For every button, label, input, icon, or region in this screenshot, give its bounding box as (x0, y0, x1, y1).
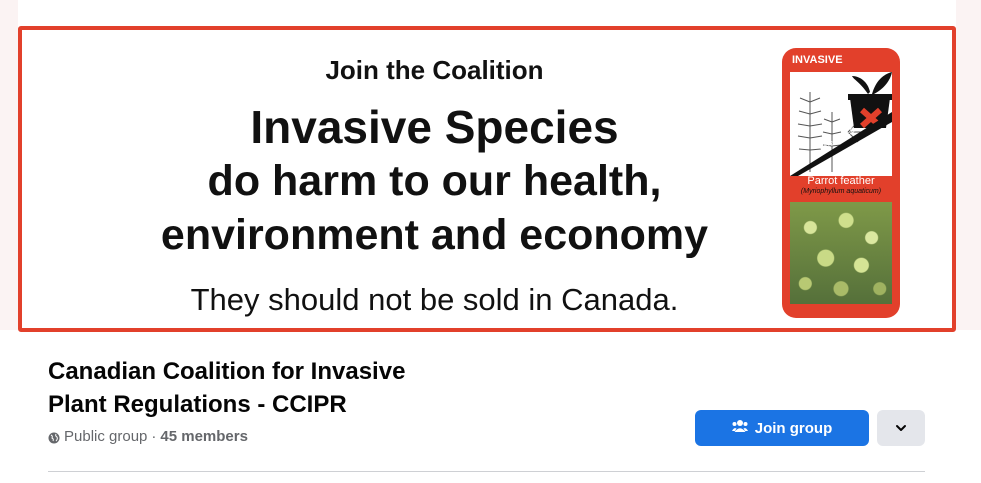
plant-photo (790, 202, 892, 304)
card-species: Parrot feather (807, 175, 875, 187)
plant-illustration: UNWANTED (790, 72, 892, 176)
meta-separator: · (151, 428, 157, 445)
banner-line-foot: They should not be sold in Canada. (190, 282, 679, 317)
join-group-label: Join group (754, 419, 833, 437)
background-left (0, 0, 18, 330)
more-options-button[interactable] (877, 410, 925, 446)
background-right (955, 0, 981, 330)
group-title[interactable]: Canadian Coalition for Invasive Plant Re… (48, 355, 508, 421)
group-title-line-1: Canadian Coalition for Invasive (48, 358, 406, 385)
members-count[interactable]: 45 members (160, 428, 248, 445)
cover-photo[interactable]: Join the Coalition Invasive Species do h… (18, 0, 956, 332)
globe-icon (48, 431, 60, 443)
card-label: INVASIVE (792, 54, 843, 66)
cover-top-area (18, 0, 956, 26)
banner: Join the Coalition Invasive Species do h… (18, 26, 956, 332)
group-title-line-2: Plant Regulations - CCIPR (48, 391, 347, 418)
banner-line-small: Join the Coalition (325, 55, 544, 85)
people-icon (731, 419, 748, 437)
banner-line-3: environment and economy (160, 211, 709, 259)
privacy-label[interactable]: Public group (64, 428, 147, 445)
banner-line-2: do harm to our health, (207, 157, 662, 205)
invasive-card: INVASIVE UNWANTED Parrot feather (Myriop… (782, 48, 900, 318)
divider (48, 471, 925, 472)
chevron-down-icon (895, 419, 907, 437)
banner-line-1: Invasive Species (250, 101, 619, 153)
join-group-button[interactable]: Join group (695, 410, 869, 446)
card-latin-name: (Myriophyllum aquaticum) (800, 188, 882, 195)
banner-headline: Invasive Species do harm to our health, … (22, 100, 847, 262)
group-meta: Public group · 45 members (48, 428, 248, 445)
